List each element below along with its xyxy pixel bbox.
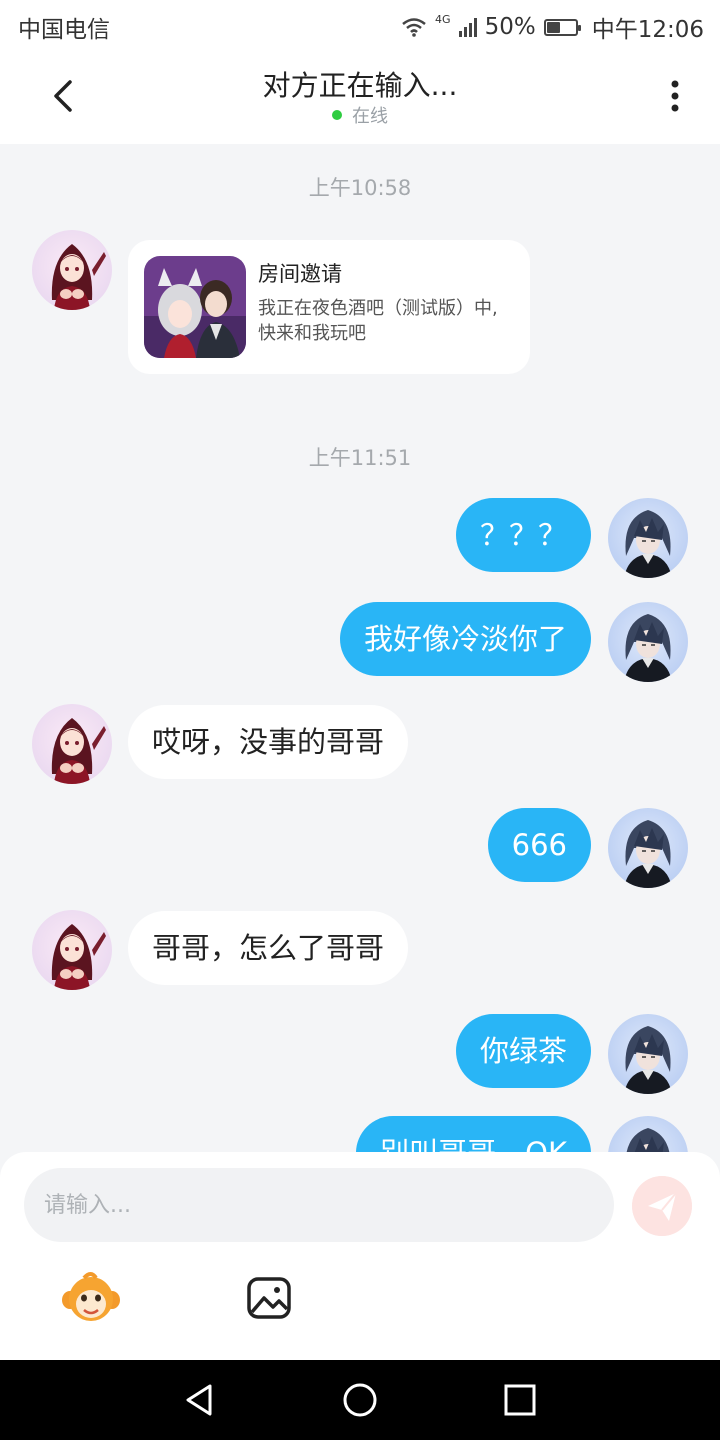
timestamp: 上午10:58 — [308, 176, 412, 200]
my-avatar[interactable] — [608, 1116, 688, 1152]
room-invite-card[interactable]: 房间邀请 我正在夜色酒吧（测试版）中, 快来和我玩吧 — [128, 240, 530, 374]
battery-icon — [543, 18, 581, 36]
invite-description: 我正在夜色酒吧（测试版）中, 快来和我玩吧 — [258, 298, 498, 344]
carrier-label: 中国电信 — [18, 17, 110, 43]
invite-thumbnail — [144, 256, 246, 358]
chat-header: 对方正在输入... 在线 — [0, 50, 720, 144]
contact-avatar[interactable] — [32, 704, 112, 784]
battery-percent: 50% — [484, 14, 536, 40]
my-message[interactable]: 我好像冷淡你了 — [339, 602, 591, 676]
status-bar: 中国电信 4G 50% 中午12:06 — [0, 0, 720, 50]
image-icon[interactable] — [246, 1276, 292, 1320]
my-avatar[interactable] — [608, 808, 688, 888]
wifi-icon — [402, 18, 426, 37]
online-status-label: 在线 — [352, 106, 388, 127]
timestamp: 上午11:51 — [308, 446, 412, 470]
message-list[interactable]: 上午10:58 房间邀请 我正在夜色酒吧（测试版）中, 快来和我玩吧 上午11:… — [0, 144, 720, 1152]
my-avatar[interactable] — [608, 1014, 688, 1094]
their-message[interactable]: 哥哥，怎么了哥哥 — [128, 911, 409, 985]
system-nav-bar — [0, 1360, 720, 1440]
monkey-emoji-icon[interactable] — [62, 1272, 120, 1324]
status-icons: 4G 50% 中午12:06 — [401, 10, 704, 44]
my-message[interactable]: 别叫哥哥，OK — [356, 1116, 591, 1152]
my-message[interactable]: 你绿茶 — [455, 1014, 591, 1088]
my-message[interactable]: ？？？ — [455, 498, 591, 572]
contact-avatar[interactable] — [32, 910, 112, 990]
my-message[interactable]: 666 — [487, 808, 591, 882]
my-avatar[interactable] — [608, 602, 688, 682]
contact-avatar[interactable] — [32, 230, 112, 310]
online-status: 在线 — [0, 102, 720, 128]
online-dot-icon — [332, 110, 342, 120]
more-vertical-icon[interactable] — [660, 76, 690, 116]
triangle-back-icon[interactable] — [180, 1380, 220, 1420]
my-avatar[interactable] — [608, 498, 688, 578]
message-composer — [0, 1152, 720, 1360]
clock: 中午12:06 — [591, 17, 704, 43]
signal-icon — [458, 17, 477, 37]
chat-title: 对方正在输入... — [262, 69, 458, 102]
send-icon[interactable] — [632, 1176, 692, 1236]
invite-title: 房间邀请 — [258, 262, 342, 286]
circle-home-icon[interactable] — [340, 1380, 380, 1420]
network-type: 4G — [435, 12, 451, 26]
message-input[interactable] — [24, 1168, 614, 1242]
square-recent-icon[interactable] — [500, 1380, 540, 1420]
their-message[interactable]: 哎呀，没事的哥哥 — [128, 705, 409, 779]
